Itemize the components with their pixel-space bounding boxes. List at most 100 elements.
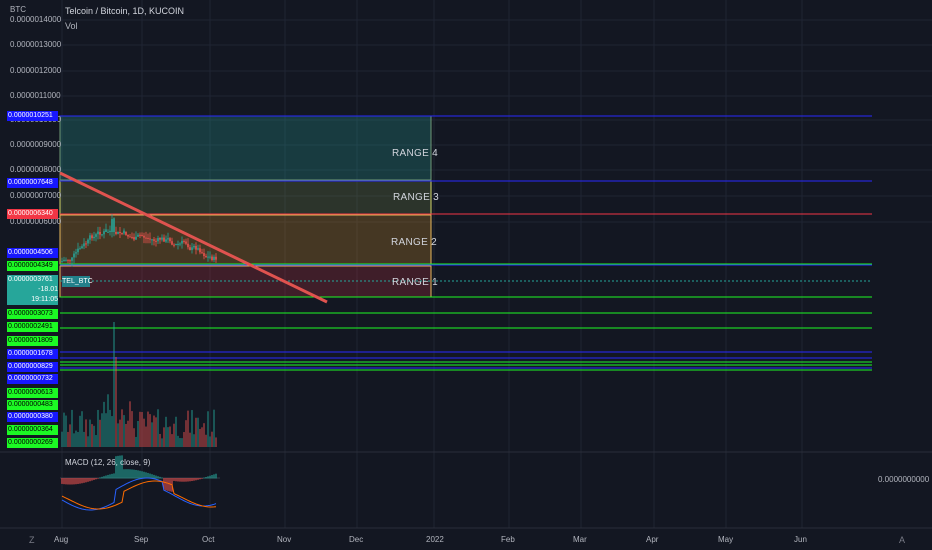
price-tick: 0.0000008000 xyxy=(10,165,62,174)
volume-bar xyxy=(161,438,163,447)
volume-bar xyxy=(137,420,139,447)
macd-histogram-bar xyxy=(189,478,191,482)
candle xyxy=(213,256,215,261)
level-tag-blue: 0.0000007648 xyxy=(7,178,58,188)
candle xyxy=(141,234,143,236)
price-tick: 0.0000013000 xyxy=(10,40,62,49)
candle xyxy=(169,238,171,242)
price-tick: 0.0000012000 xyxy=(10,66,62,75)
volume-bar xyxy=(133,428,135,447)
macd-histogram-bar xyxy=(77,478,79,484)
volume-bar xyxy=(87,436,89,447)
macd-histogram-bar xyxy=(103,476,105,479)
macd-histogram-bar xyxy=(87,478,89,482)
macd-histogram-bar xyxy=(129,469,131,479)
candle xyxy=(101,234,103,236)
level-tag-teal: 0.0000003761 -18.01 19:11:05 xyxy=(7,275,58,305)
candle xyxy=(119,232,121,233)
candle xyxy=(83,243,85,247)
level-tag-green: 0.0000000364 xyxy=(7,425,58,435)
timezone-icon[interactable]: Z xyxy=(29,535,35,545)
volume-bar xyxy=(83,431,85,447)
range-3-box[interactable] xyxy=(59,180,432,215)
level-tag-blue: 0.0000000380 xyxy=(7,412,58,422)
settings-icon[interactable]: A xyxy=(899,535,905,545)
candle xyxy=(71,257,73,261)
volume-bar xyxy=(139,411,141,447)
macd-histogram-bar xyxy=(175,478,177,482)
volume-bar xyxy=(181,438,183,447)
range-2-box[interactable] xyxy=(59,214,432,265)
macd-histogram-bar xyxy=(73,478,75,485)
volume-indicator-label[interactable]: Vol xyxy=(65,21,78,31)
candle xyxy=(187,243,189,248)
volume-bar xyxy=(65,415,67,447)
macd-histogram-bar xyxy=(199,478,201,480)
candle xyxy=(215,256,217,260)
macd-histogram-bar xyxy=(85,478,87,483)
chart-canvas[interactable] xyxy=(0,0,932,550)
volume-bar xyxy=(215,437,217,447)
candle xyxy=(129,236,131,238)
volume-bar xyxy=(157,409,159,447)
time-tick: Apr xyxy=(646,535,659,544)
macd-histogram-bar xyxy=(81,478,83,484)
volume-bar xyxy=(121,409,123,447)
time-tick: Dec xyxy=(349,535,364,544)
volume-bar xyxy=(141,412,143,447)
macd-histogram-bar xyxy=(125,469,127,479)
level-tag-green: 0.0000000613 xyxy=(7,388,58,398)
candle xyxy=(125,232,127,235)
candle xyxy=(115,232,117,234)
volume-bar xyxy=(163,427,165,447)
time-tick: 2022 xyxy=(426,535,444,544)
candle xyxy=(99,232,101,235)
macd-histogram-bar xyxy=(207,476,209,479)
candle xyxy=(189,247,191,250)
price-tag-line: -18.01 xyxy=(38,286,58,293)
macd-histogram-bar xyxy=(83,478,85,483)
volume-bar xyxy=(205,434,207,447)
range-4-box[interactable] xyxy=(59,115,432,181)
candle xyxy=(109,230,111,232)
candle xyxy=(199,248,201,253)
candle xyxy=(197,248,199,250)
candle xyxy=(147,237,149,239)
volume-bar xyxy=(61,431,63,447)
volume-bar xyxy=(179,438,181,447)
candle xyxy=(87,239,89,244)
symbol-tag: TEL_BTC xyxy=(62,276,93,287)
candle xyxy=(73,253,75,258)
volume-bar xyxy=(63,412,65,447)
level-tag-green: 0.0000002491 xyxy=(7,322,58,332)
macd-histogram-bar xyxy=(193,478,195,481)
macd-histogram-bar xyxy=(135,469,137,479)
level-tag-blue: 0.0000000732 xyxy=(7,374,58,384)
macd-histogram-bar xyxy=(179,478,181,482)
level-tag-green: 0.0000004349 xyxy=(7,261,58,271)
macd-histogram-bar xyxy=(161,477,163,479)
volume-bar xyxy=(145,426,147,447)
macd-histogram-bar xyxy=(97,478,99,479)
volume-bar xyxy=(85,419,87,447)
volume-bar xyxy=(99,419,101,447)
volume-bar xyxy=(125,423,127,447)
candle xyxy=(167,238,169,240)
macd-label[interactable]: MACD (12, 26, close, 9) xyxy=(65,458,150,467)
candle xyxy=(163,237,165,242)
candle xyxy=(85,243,87,245)
volume-bar xyxy=(69,424,71,447)
volume-bar xyxy=(129,401,131,447)
candle xyxy=(133,237,135,240)
macd-histogram-bar xyxy=(165,478,167,491)
range-3-label: RANGE 3 xyxy=(393,192,440,203)
macd-histogram-bar xyxy=(99,477,101,479)
volume-bar xyxy=(171,434,173,447)
candle xyxy=(107,231,109,233)
chart-title[interactable]: Telcoin / Bitcoin, 1D, KUCOIN xyxy=(65,6,184,16)
macd-histogram-bar xyxy=(205,477,207,479)
volume-bar xyxy=(123,415,125,447)
time-tick: Nov xyxy=(277,535,292,544)
range-1-label: RANGE 1 xyxy=(392,277,439,288)
macd-histogram-bar xyxy=(71,478,73,485)
